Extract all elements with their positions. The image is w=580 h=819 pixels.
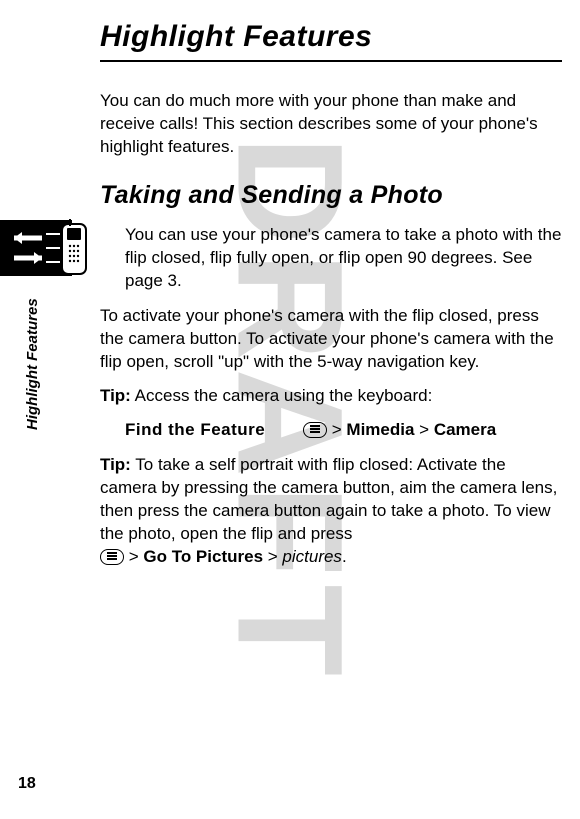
intro-paragraph: You can do much more with your phone tha… xyxy=(100,90,562,159)
section-heading: Taking and Sending a Photo xyxy=(100,181,562,210)
path-sep: > xyxy=(414,420,433,439)
path-mimedia: Mimedia xyxy=(346,420,414,439)
menu-key-icon-2 xyxy=(100,549,124,565)
find-feature-row: Find the Feature > Mimedia > Camera xyxy=(125,420,562,440)
tip-text: Access the camera using the keyboard: xyxy=(131,386,432,405)
find-feature-label: Find the Feature xyxy=(125,420,265,439)
path-pictures: pictures xyxy=(282,547,342,566)
menu-key-icon xyxy=(303,422,327,438)
tip-label-2: Tip: xyxy=(100,455,131,474)
tip-selfportrait: Tip: To take a self portrait with flip c… xyxy=(100,454,562,569)
tip-label: Tip: xyxy=(100,386,131,405)
path-gotopictures: Go To Pictures xyxy=(143,547,263,566)
tip2-text: To take a self portrait with flip closed… xyxy=(100,455,557,543)
section-intro: You can use your phone's camera to take … xyxy=(125,224,562,293)
activate-paragraph: To activate your phone's camera with the… xyxy=(100,305,562,374)
phone-arrows-icon xyxy=(0,210,100,290)
title-rule xyxy=(100,60,562,62)
path-sep: > xyxy=(124,547,143,566)
page-title: Highlight Features xyxy=(100,20,562,54)
page-number: 18 xyxy=(18,775,36,793)
path-sep: > xyxy=(327,420,346,439)
path-camera: Camera xyxy=(434,420,496,439)
path-sep: > xyxy=(263,547,282,566)
tip-keyboard: Tip: Access the camera using the keyboar… xyxy=(100,385,562,408)
period: . xyxy=(342,547,347,566)
